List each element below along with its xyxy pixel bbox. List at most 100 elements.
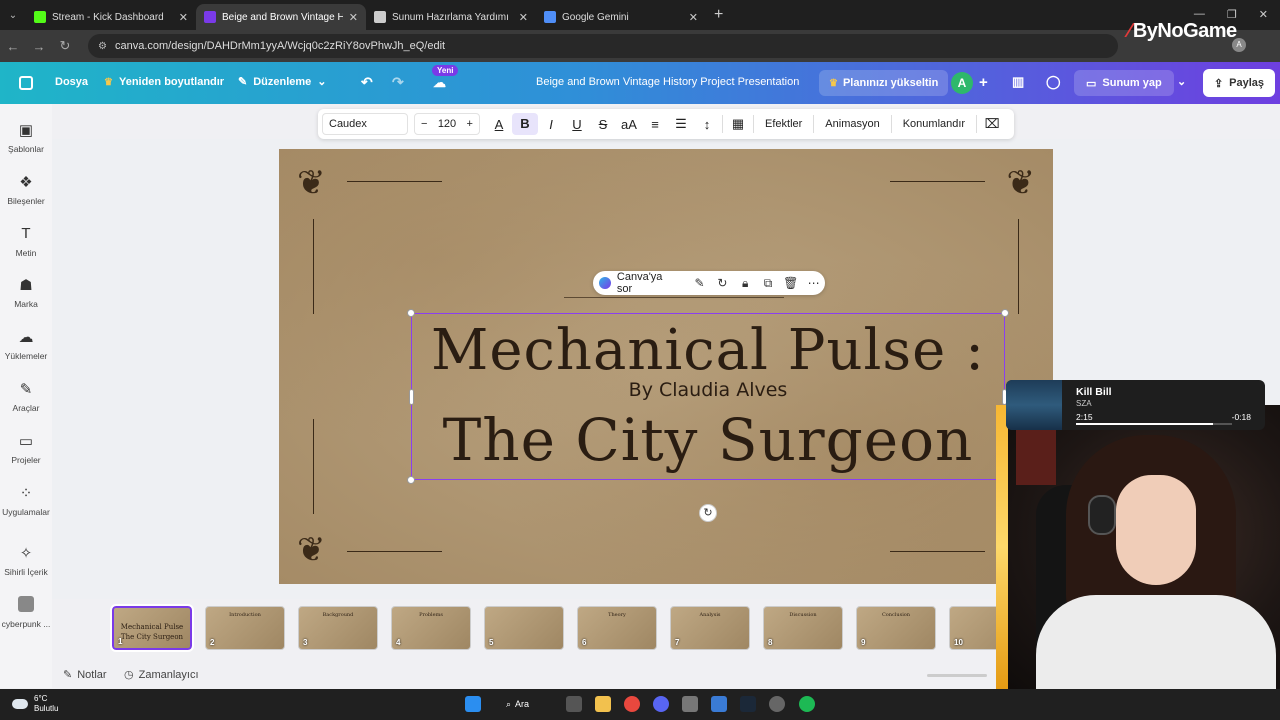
resize-button[interactable]: ♛ Yeniden boyutlandır [104, 76, 224, 88]
reload-icon[interactable]: ↻ [52, 38, 78, 54]
selection-box[interactable] [407, 309, 1009, 484]
resize-handle[interactable] [1001, 309, 1009, 317]
spotify-icon[interactable] [799, 696, 815, 712]
notes-button[interactable]: ✎ Notlar [63, 668, 107, 682]
tab-search-dropdown-icon[interactable]: ⌄ [0, 0, 26, 30]
tab-kick[interactable]: Stream - Kick Dashboard ✕ [26, 4, 196, 30]
more-options-icon[interactable]: ⋯ [802, 276, 825, 290]
close-tab-icon[interactable]: ✕ [179, 11, 188, 24]
font-size-value[interactable]: 120 [438, 118, 456, 130]
lock-icon[interactable]: 🔒︎ [734, 276, 757, 291]
page-thumbnail[interactable]: Problems 4 [391, 606, 471, 650]
insights-chart-icon[interactable]: ▥ [1012, 74, 1024, 90]
rotate-icon[interactable]: ↻ [699, 504, 717, 522]
sidebar-item-projects[interactable]: ▭ Projeler [0, 432, 52, 465]
sidebar-item-apps[interactable]: ⁘ Uygulamalar [0, 484, 52, 517]
tab-chatgpt[interactable]: Sunum Hazırlama Yardımı ✕ [366, 4, 536, 30]
sidebar-item-cyberpunk[interactable]: cyberpunk ... [0, 596, 52, 629]
tab-canva[interactable]: Beige and Brown Vintage History Project … [196, 4, 366, 30]
chrome-icon[interactable] [624, 696, 640, 712]
animate-button[interactable]: Animasyon [816, 118, 888, 130]
page-thumbnail[interactable]: Discussion 8 [763, 606, 843, 650]
add-collaborator-icon[interactable]: + [979, 74, 988, 91]
obs-icon[interactable] [769, 696, 785, 712]
ask-canva-button[interactable]: Canva'ya sor [617, 271, 680, 295]
tab-gemini[interactable]: Google Gemini ✕ [536, 4, 706, 30]
close-tab-icon[interactable]: ✕ [689, 11, 698, 24]
timer-button[interactable]: ◷ Zamanlayıcı [124, 668, 199, 682]
bold-icon[interactable]: B [512, 113, 538, 135]
resize-handle[interactable] [407, 309, 415, 317]
sidebar-item-draw[interactable]: ✎ Araçlar [0, 380, 52, 413]
increase-size-icon[interactable]: + [467, 118, 473, 130]
align-center-icon[interactable]: ≡ [642, 117, 668, 132]
page-thumbnail[interactable]: Theory 6 [577, 606, 657, 650]
edit-mode-button[interactable]: ✎ Düzenleme ⌄ [238, 75, 327, 89]
file-menu-button[interactable]: Dosya [55, 76, 88, 88]
camera-icon[interactable] [682, 696, 698, 712]
magic-edit-icon[interactable]: ✎ [688, 276, 711, 290]
text-color-icon[interactable]: A [486, 117, 512, 132]
page-thumbnail[interactable]: Mechanical Pulse The City Surgeon 1 [110, 604, 194, 652]
cloud-save-icon[interactable]: ☁ [433, 75, 446, 91]
sidebar-item-text[interactable]: T Metin [0, 225, 52, 258]
discord-icon[interactable] [653, 696, 669, 712]
redo-icon[interactable]: ↷ [392, 74, 404, 91]
resize-handle[interactable] [407, 476, 415, 484]
undo-icon[interactable]: ↶ [361, 74, 373, 91]
resize-handle[interactable] [409, 389, 414, 405]
regenerate-icon[interactable]: ↻ [711, 276, 734, 290]
document-title[interactable]: Beige and Brown Vintage History Project … [536, 76, 799, 88]
url-field[interactable]: ⚙ canva.com/design/DAHDrMm1yyA/Wcjq0c2zR… [88, 34, 1118, 58]
strikethrough-icon[interactable]: S [590, 117, 616, 132]
font-family-select[interactable]: Caudex [322, 113, 408, 135]
share-button[interactable]: ⇪ Paylaş [1203, 69, 1275, 97]
spacing-icon[interactable]: ↕ [694, 117, 720, 132]
sidebar-item-elements[interactable]: ❖ Bileşenler [0, 173, 52, 206]
sidebar-item-uploads[interactable]: ☁ Yüklemeler [0, 328, 52, 361]
letter-case-icon[interactable]: aA [616, 117, 642, 132]
sidebar-item-magic[interactable]: ✧ Sihirli İçerik [0, 544, 52, 577]
windows-start-icon[interactable] [465, 696, 481, 712]
zoom-slider[interactable] [927, 674, 987, 677]
position-button[interactable]: Konumlandır [894, 118, 974, 130]
taskbar-search[interactable]: ⌕ Ara [506, 695, 554, 713]
file-explorer-icon[interactable] [595, 696, 611, 712]
present-options-chevron-icon[interactable]: ⌄ [1177, 75, 1186, 88]
profile-avatar[interactable]: A [1232, 38, 1246, 52]
upgrade-plan-button[interactable]: ♛ Planınızı yükseltin [819, 70, 949, 96]
decrease-size-icon[interactable]: − [421, 118, 427, 130]
site-info-icon[interactable]: ⚙ [98, 41, 107, 52]
copy-style-paint-roller-icon[interactable]: ⌧ [979, 116, 1005, 132]
page-thumbnail[interactable]: Background 3 [298, 606, 378, 650]
close-tab-icon[interactable]: ✕ [349, 11, 358, 24]
duplicate-icon[interactable]: ⧉ [757, 276, 780, 291]
sidebar-item-brand[interactable]: ☗ Marka [0, 276, 52, 309]
close-window-icon[interactable]: ✕ [1259, 8, 1268, 21]
weather-widget[interactable]: 6°C Bulutlu [12, 694, 58, 714]
task-view-icon[interactable] [566, 696, 582, 712]
forward-icon[interactable]: → [26, 39, 52, 54]
delete-icon[interactable]: 🗑︎ [779, 276, 802, 290]
comments-icon[interactable]: ◯ [1046, 74, 1061, 90]
page-thumbnail[interactable]: 5 [484, 606, 564, 650]
page-thumbnail[interactable]: Introduction 2 [205, 606, 285, 650]
user-avatar[interactable]: A [951, 72, 973, 94]
list-icon[interactable]: ☰ [668, 116, 694, 132]
page-thumbnail[interactable]: Conclusion 9 [856, 606, 936, 650]
steam-icon[interactable] [740, 696, 756, 712]
transparency-icon[interactable]: ▦ [725, 116, 751, 132]
sidebar-item-templates[interactable]: ▣ Şablonlar [0, 121, 52, 154]
page-thumbnail[interactable]: Analysis 7 [670, 606, 750, 650]
effects-button[interactable]: Efektler [756, 118, 811, 130]
italic-icon[interactable]: I [538, 117, 564, 132]
back-icon[interactable]: ← [0, 39, 26, 54]
close-tab-icon[interactable]: ✕ [519, 11, 528, 24]
present-button[interactable]: ▭ Sunum yap [1074, 70, 1174, 96]
sidebar-item-label: Şablonlar [8, 144, 44, 154]
home-button[interactable] [19, 76, 33, 90]
underline-icon[interactable]: U [564, 117, 590, 132]
app-icon[interactable] [711, 696, 727, 712]
new-tab-icon[interactable]: + [714, 6, 723, 24]
font-size-stepper[interactable]: − 120 + [414, 113, 480, 135]
